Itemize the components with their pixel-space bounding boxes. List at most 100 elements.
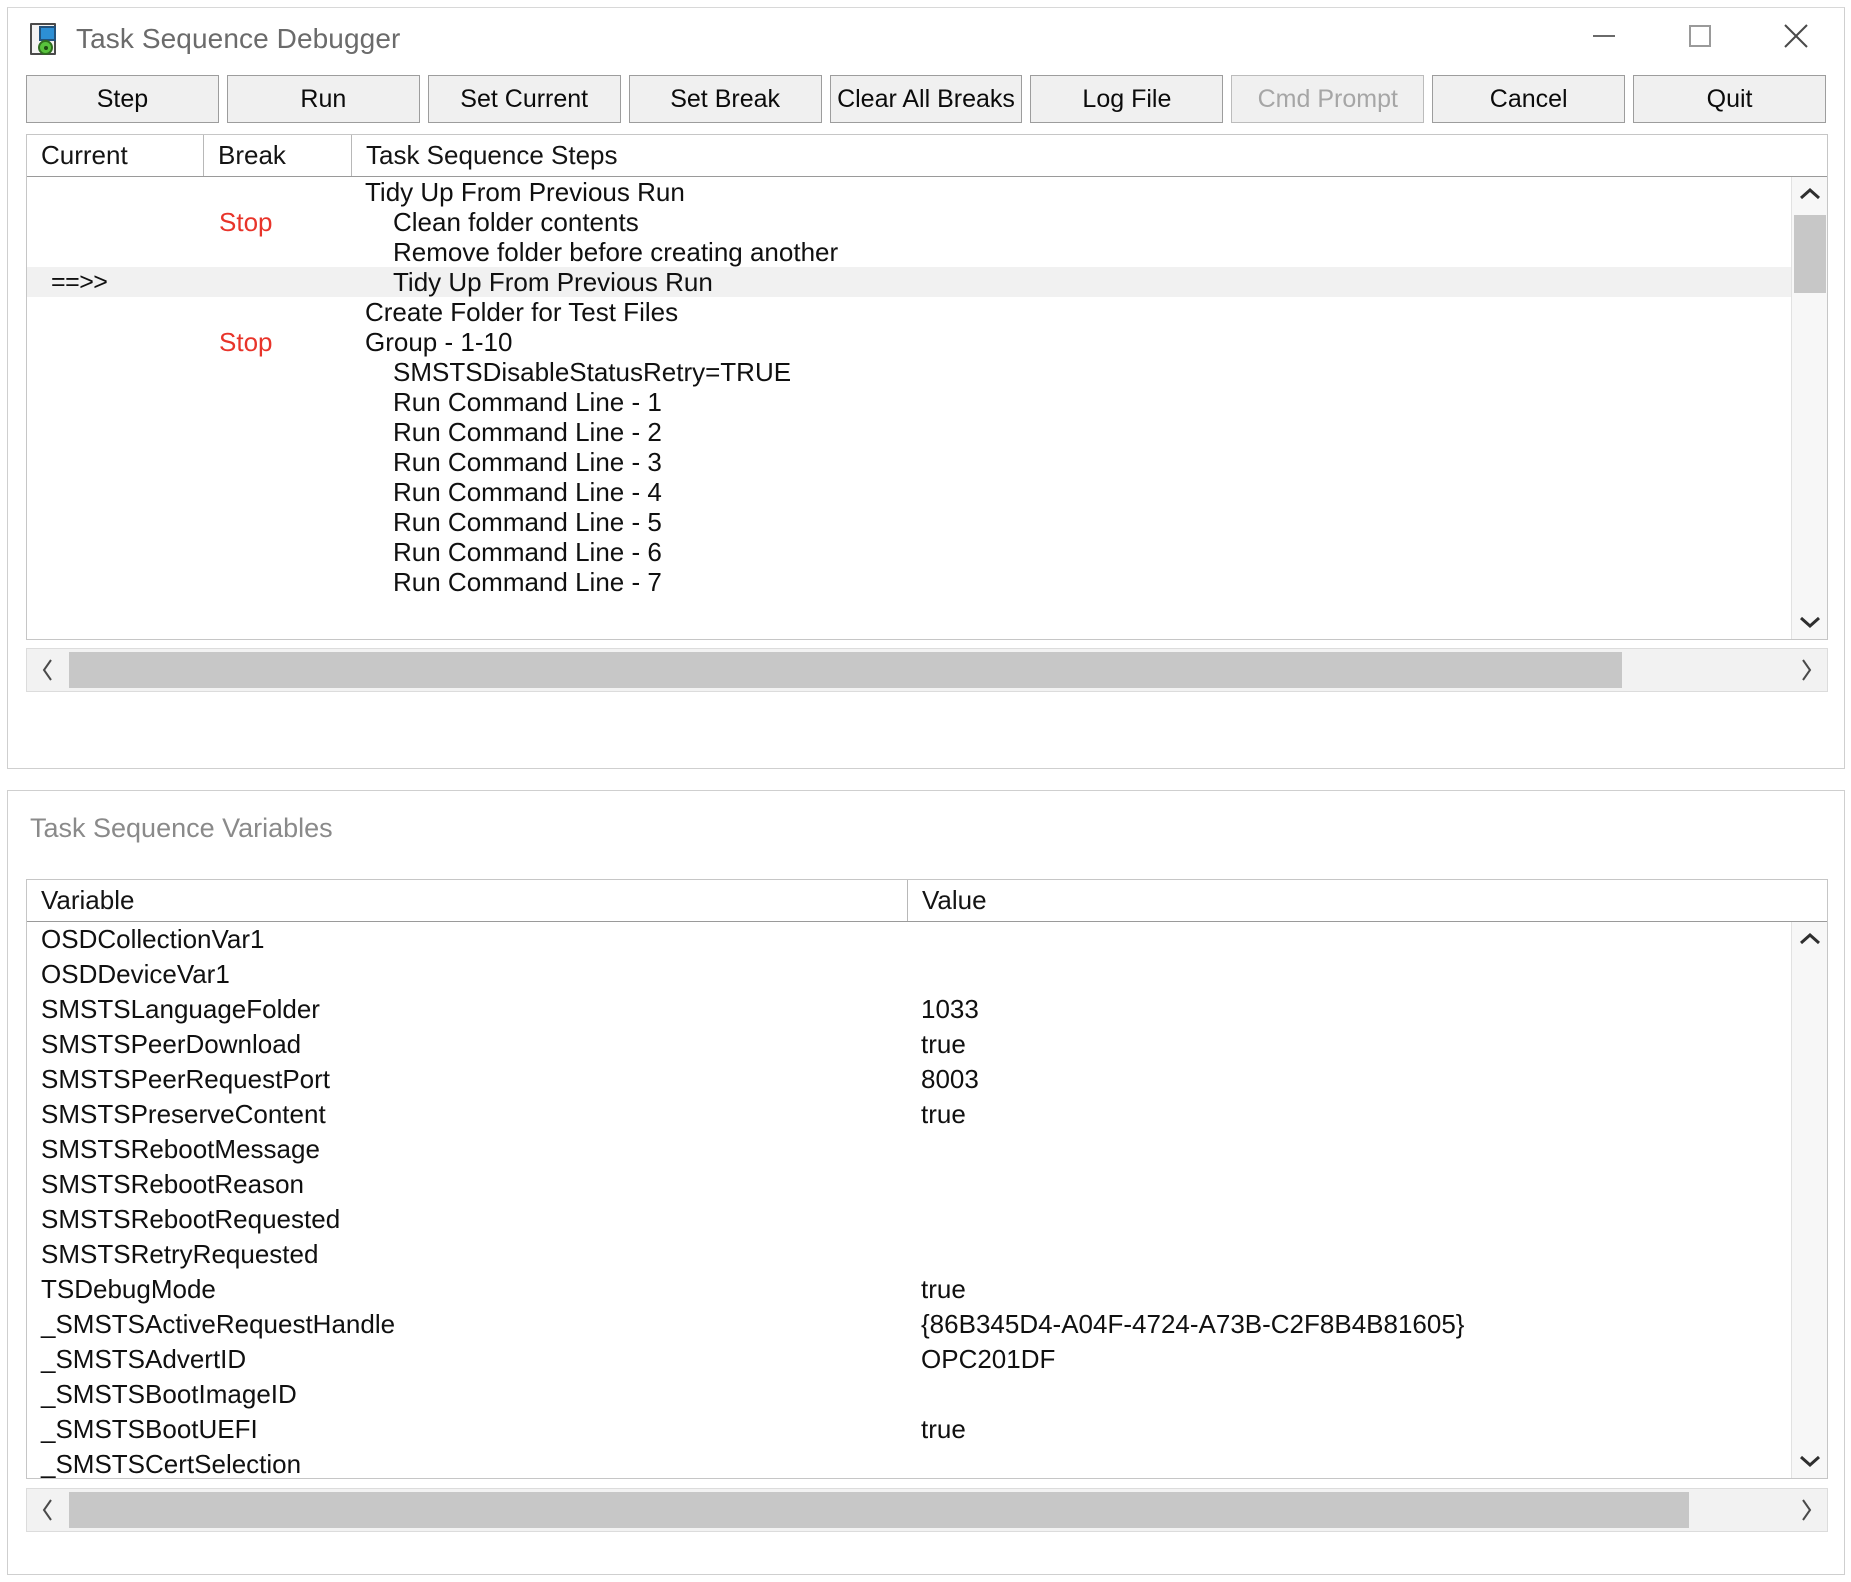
variable-row[interactable]: SMSTSRebootMessage: [27, 1132, 1827, 1167]
step-row[interactable]: StopGroup - 1-10: [27, 327, 1827, 357]
steps-rows-container: Tidy Up From Previous RunStopClean folde…: [27, 177, 1827, 639]
variables-vertical-scrollbar[interactable]: [1791, 922, 1827, 1478]
variable-row[interactable]: SMSTSRebootRequested: [27, 1202, 1827, 1237]
steps-hscroll-track[interactable]: [69, 649, 1785, 691]
variables-panel-title: Task Sequence Variables: [8, 791, 1844, 844]
minimize-button[interactable]: [1556, 8, 1652, 64]
column-header-steps[interactable]: Task Sequence Steps: [351, 135, 1827, 176]
step-button[interactable]: Step: [26, 75, 219, 123]
step-row[interactable]: Run Command Line - 3: [27, 447, 1827, 477]
chevron-left-icon: [41, 658, 55, 682]
variable-value: true: [907, 1274, 1827, 1305]
variable-row[interactable]: SMSTSLanguageFolder1033: [27, 992, 1827, 1027]
variable-name: TSDebugMode: [27, 1274, 907, 1305]
column-header-break[interactable]: Break: [203, 135, 351, 176]
variable-name: OSDCollectionVar1: [27, 924, 907, 955]
scroll-left-button[interactable]: [27, 1489, 69, 1531]
variables-horizontal-scrollbar[interactable]: [26, 1488, 1828, 1532]
variable-name: SMSTSRebootReason: [27, 1169, 907, 1200]
scroll-up-button[interactable]: [1792, 922, 1828, 956]
quit-button[interactable]: Quit: [1633, 75, 1826, 123]
minimize-icon: [1591, 29, 1617, 43]
scroll-down-button[interactable]: [1792, 1444, 1828, 1478]
column-header-current[interactable]: Current: [27, 135, 203, 176]
set-current-button[interactable]: Set Current: [428, 75, 621, 123]
chevron-right-icon: [1799, 1498, 1813, 1522]
step-row[interactable]: Run Command Line - 6: [27, 537, 1827, 567]
run-button[interactable]: Run: [227, 75, 420, 123]
step-row[interactable]: Run Command Line - 4: [27, 477, 1827, 507]
steps-column-header: Current Break Task Sequence Steps: [27, 135, 1827, 177]
set-break-button[interactable]: Set Break: [629, 75, 822, 123]
step-row[interactable]: Run Command Line - 1: [27, 387, 1827, 417]
title-bar: Task Sequence Debugger: [8, 8, 1844, 70]
close-button[interactable]: [1748, 8, 1844, 64]
scroll-left-button[interactable]: [27, 649, 69, 691]
step-row[interactable]: Run Command Line - 2: [27, 417, 1827, 447]
variable-row[interactable]: SMSTSPeerRequestPort8003: [27, 1062, 1827, 1097]
step-row[interactable]: ==>>Tidy Up From Previous Run: [27, 267, 1827, 297]
variables-hscroll-thumb[interactable]: [69, 1492, 1689, 1528]
chevron-up-icon: [1799, 932, 1821, 946]
toolbar: Step Run Set Current Set Break Clear All…: [8, 70, 1844, 128]
variable-row[interactable]: _SMSTSBootUEFItrue: [27, 1412, 1827, 1447]
steps-horizontal-scrollbar[interactable]: [26, 648, 1828, 692]
scroll-right-button[interactable]: [1785, 649, 1827, 691]
step-row[interactable]: StopClean folder contents: [27, 207, 1827, 237]
scroll-up-button[interactable]: [1792, 177, 1828, 211]
window-title: Task Sequence Debugger: [76, 23, 400, 55]
step-row[interactable]: Tidy Up From Previous Run: [27, 177, 1827, 207]
variable-name: _SMSTSAdvertID: [27, 1344, 907, 1375]
steps-vertical-scrollbar[interactable]: [1791, 177, 1827, 639]
step-name: Run Command Line - 2: [351, 417, 1827, 448]
step-name: Remove folder before creating another: [351, 237, 1827, 268]
step-name: Clean folder contents: [351, 207, 1827, 238]
variable-row[interactable]: _SMSTSActiveRequestHandle{86B345D4-A04F-…: [27, 1307, 1827, 1342]
step-row[interactable]: SMSTSDisableStatusRetry=TRUE: [27, 357, 1827, 387]
log-file-button[interactable]: Log File: [1030, 75, 1223, 123]
step-row[interactable]: Remove folder before creating another: [27, 237, 1827, 267]
variable-row[interactable]: SMSTSRebootReason: [27, 1167, 1827, 1202]
chevron-right-icon: [1799, 658, 1813, 682]
variable-name: _SMSTSBootUEFI: [27, 1414, 907, 1445]
variable-row[interactable]: TSDebugModetrue: [27, 1272, 1827, 1307]
step-current-indicator: ==>>: [27, 268, 203, 297]
steps-scroll-thumb[interactable]: [1794, 215, 1826, 293]
variable-row[interactable]: _SMSTSCertSelection: [27, 1447, 1827, 1478]
variable-value: true: [907, 1099, 1827, 1130]
column-header-value[interactable]: Value: [907, 880, 1827, 921]
variable-row[interactable]: _SMSTSAdvertIDOPC201DF: [27, 1342, 1827, 1377]
step-name: Run Command Line - 6: [351, 537, 1827, 568]
scroll-right-button[interactable]: [1785, 1489, 1827, 1531]
variable-value: {86B345D4-A04F-4724-A73B-C2F8B4B81605}: [907, 1309, 1827, 1340]
steps-hscroll-thumb[interactable]: [69, 652, 1622, 688]
variable-row[interactable]: SMSTSPeerDownloadtrue: [27, 1027, 1827, 1062]
close-icon: [1782, 22, 1810, 50]
step-row[interactable]: Run Command Line - 5: [27, 507, 1827, 537]
variables-hscroll-track[interactable]: [69, 1489, 1785, 1531]
chevron-down-icon: [1799, 615, 1821, 629]
variable-row[interactable]: SMSTSPreserveContenttrue: [27, 1097, 1827, 1132]
variables-list: Variable Value OSDCollectionVar1 OSDDevic…: [26, 879, 1828, 1479]
step-name: Run Command Line - 5: [351, 507, 1827, 538]
variable-row[interactable]: OSDCollectionVar1: [27, 922, 1827, 957]
task-sequence-variables-panel: Task Sequence Variables Variable Value O…: [7, 790, 1845, 1575]
step-name: Run Command Line - 3: [351, 447, 1827, 478]
variable-name: SMSTSLanguageFolder: [27, 994, 907, 1025]
variable-row[interactable]: SMSTSRetryRequested: [27, 1237, 1827, 1272]
clear-all-breaks-button[interactable]: Clear All Breaks: [830, 75, 1023, 123]
steps-scroll-track[interactable]: [1792, 211, 1827, 605]
step-row[interactable]: Create Folder for Test Files: [27, 297, 1827, 327]
cmd-prompt-button: Cmd Prompt: [1231, 75, 1424, 123]
variables-scroll-track[interactable]: [1792, 956, 1827, 1444]
column-header-variable[interactable]: Variable: [27, 880, 907, 921]
variable-row[interactable]: _SMSTSBootImageID: [27, 1377, 1827, 1412]
step-name: Tidy Up From Previous Run: [351, 177, 1827, 208]
variable-row[interactable]: OSDDeviceVar1: [27, 957, 1827, 992]
step-row[interactable]: Run Command Line - 7: [27, 567, 1827, 597]
step-name: Run Command Line - 7: [351, 567, 1827, 598]
cancel-button[interactable]: Cancel: [1432, 75, 1625, 123]
variable-name: OSDDeviceVar1: [27, 959, 907, 990]
maximize-button[interactable]: [1652, 8, 1748, 64]
scroll-down-button[interactable]: [1792, 605, 1828, 639]
